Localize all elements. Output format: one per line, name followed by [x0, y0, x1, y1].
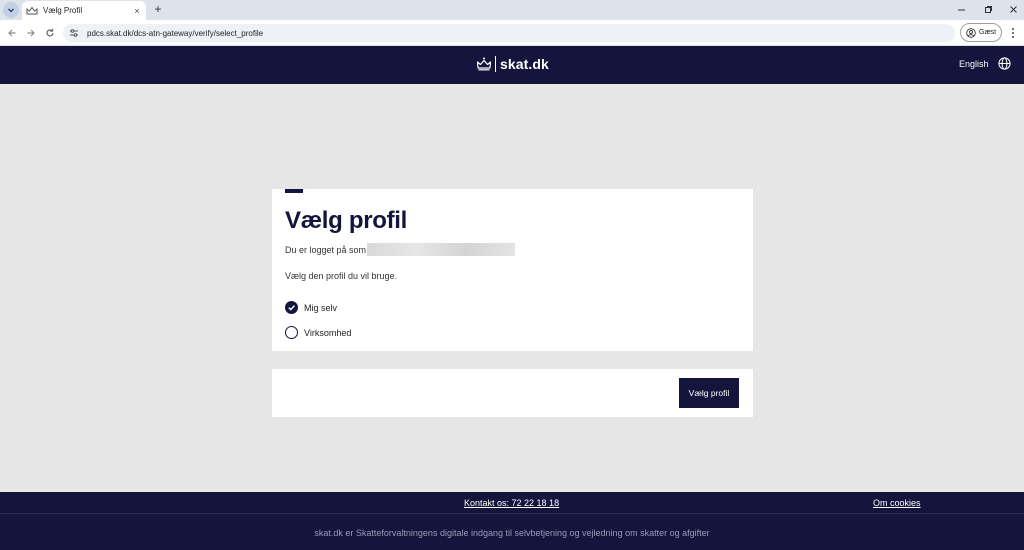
cookies-link[interactable]: Om cookies: [873, 498, 921, 508]
choose-profile-button[interactable]: Vælg profil: [679, 378, 739, 408]
contact-link[interactable]: Kontakt os: 72 22 18 18: [464, 498, 559, 508]
close-icon[interactable]: ×: [132, 6, 142, 16]
browser-toolbar: pdcs.skat.dk/dcs-atn-gateway/verify/sele…: [0, 20, 1024, 46]
url-text: pdcs.skat.dk/dcs-atn-gateway/verify/sele…: [87, 28, 264, 38]
browser-tab-strip: Vælg Profil × +: [0, 0, 1024, 20]
language-link[interactable]: English: [959, 59, 989, 69]
menu-icon[interactable]: [1008, 26, 1018, 40]
action-card: Vælg profil: [272, 369, 753, 417]
address-bar[interactable]: pdcs.skat.dk/dcs-atn-gateway/verify/sele…: [63, 24, 955, 42]
close-window-icon[interactable]: [1006, 3, 1020, 15]
logged-in-label: Du er logget på som: [285, 245, 367, 255]
profile-button[interactable]: Gæst: [960, 23, 1002, 42]
minimize-icon[interactable]: [954, 3, 968, 15]
instruction-text: Vælg den profil du vil bruge.: [285, 271, 398, 281]
radio-unchecked-icon[interactable]: [285, 326, 298, 339]
browser-tab[interactable]: Vælg Profil ×: [22, 1, 146, 20]
option-mig-selv[interactable]: Mig selv: [285, 301, 337, 314]
favicon-crown-icon: [26, 5, 38, 17]
back-icon[interactable]: [5, 26, 19, 40]
site-header: skat.dk English: [0, 46, 1024, 84]
radio-checked-icon[interactable]: [285, 301, 298, 314]
page-title: Vælg profil: [285, 207, 408, 234]
crown-logo-icon: [476, 57, 492, 71]
logo-divider: [495, 56, 496, 72]
profile-label: Gæst: [979, 29, 997, 36]
restore-icon[interactable]: [981, 3, 995, 15]
footer-links: Kontakt os: 72 22 18 18 Om cookies: [0, 492, 1024, 514]
footer-tagline: skat.dk er Skatteforvaltningens digitale…: [314, 528, 710, 538]
footer: skat.dk er Skatteforvaltningens digitale…: [0, 514, 1024, 550]
option-label: Virksomhed: [304, 327, 352, 338]
profile-icon: [966, 27, 976, 38]
site-logo[interactable]: skat.dk: [476, 56, 549, 72]
redacted-username: [367, 243, 515, 256]
reload-icon[interactable]: [43, 26, 57, 40]
profile-card: Vælg profil Du er logget på som Vælg den…: [272, 189, 753, 351]
site-settings-icon[interactable]: [69, 28, 79, 38]
tab-search-icon[interactable]: [3, 2, 19, 18]
brand-name: skat.dk: [500, 56, 549, 72]
forward-icon[interactable]: [24, 26, 38, 40]
option-virksomhed[interactable]: Virksomhed: [285, 326, 351, 339]
option-label: Mig selv: [304, 302, 338, 313]
card-accent-bar: [285, 189, 303, 193]
new-tab-icon[interactable]: +: [151, 2, 165, 16]
tab-title: Vælg Profil: [43, 6, 83, 15]
globe-icon[interactable]: [998, 57, 1011, 70]
